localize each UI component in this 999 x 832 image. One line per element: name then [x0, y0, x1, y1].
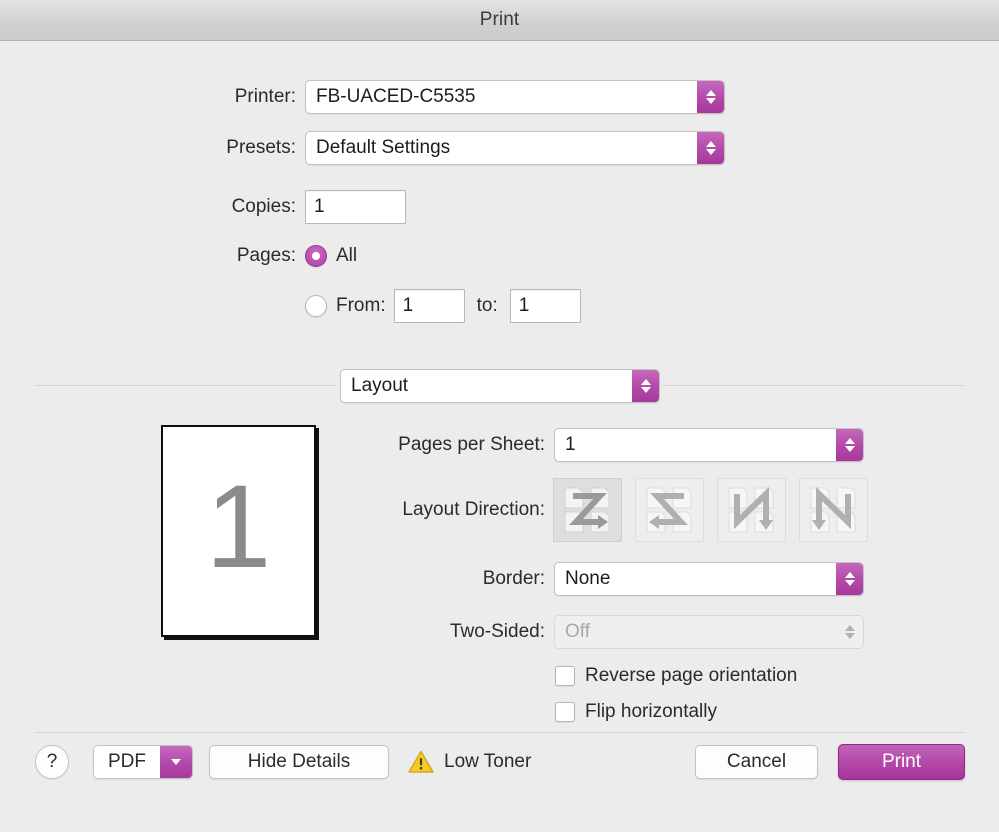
copies-row: Copies: 1 — [0, 190, 520, 224]
pane-selected-value: Layout — [351, 375, 409, 396]
pages-from-label: From: — [336, 295, 386, 316]
print-dialog: Print Printer: FB-UACED-C5535 Presets: D… — [0, 0, 999, 832]
z-reverse-across-down-icon — [646, 487, 691, 533]
help-icon: ? — [46, 751, 58, 772]
pane-select[interactable]: Layout — [340, 369, 660, 403]
layout-direction-option-down-then-across-reverse-n[interactable] — [799, 478, 868, 542]
reverse-page-orientation-label: Reverse page orientation — [585, 665, 798, 686]
print-label: Print — [881, 751, 922, 772]
printer-selected-value: FB-UACED-C5535 — [316, 86, 476, 107]
two-sided-row: Two-Sided: Off — [0, 615, 870, 649]
border-row: Border: None — [0, 562, 870, 596]
two-sided-label: Two-Sided: — [449, 621, 545, 642]
layout-direction-option-down-then-across-n[interactable] — [717, 478, 786, 542]
n-reverse-down-across-icon — [810, 486, 855, 533]
presets-stepper-icon[interactable] — [697, 132, 724, 164]
pane-separator-left — [35, 385, 335, 386]
pages-per-sheet-label: Pages per Sheet: — [398, 434, 545, 455]
border-label: Border: — [482, 568, 545, 589]
two-sided-select: Off — [554, 615, 864, 649]
cancel-button[interactable]: Cancel — [695, 745, 818, 779]
pdf-dropdown-chevron-down-icon[interactable] — [160, 746, 192, 778]
pages-from-value: 1 — [402, 295, 414, 316]
pane-stepper-icon[interactable] — [632, 370, 659, 402]
pdf-button[interactable]: PDF — [93, 745, 193, 779]
dialog-title: Print — [479, 9, 520, 30]
pages-to-value: 1 — [518, 295, 530, 316]
help-button[interactable]: ? — [35, 745, 69, 779]
copies-label: Copies: — [231, 196, 296, 217]
border-stepper-icon[interactable] — [836, 563, 863, 595]
z-across-down-icon — [564, 487, 609, 533]
pages-per-sheet-select[interactable]: 1 — [554, 428, 864, 462]
two-sided-value: Off — [565, 621, 590, 642]
cancel-label: Cancel — [726, 751, 787, 772]
pages-all-radio-group[interactable]: All — [305, 245, 357, 267]
pdf-button-label[interactable]: PDF — [94, 746, 160, 778]
printer-label: Printer: — [234, 86, 296, 107]
dialog-titlebar: Print — [0, 0, 999, 41]
pages-to-input[interactable]: 1 — [509, 289, 581, 323]
pages-to-label: to: — [476, 295, 498, 316]
presets-select[interactable]: Default Settings — [305, 131, 725, 165]
printer-stepper-icon[interactable] — [697, 81, 724, 113]
dialog-toolbar: ? PDF Hide Details Low Toner Cancel Prin… — [0, 732, 999, 832]
warning-triangle-icon — [408, 750, 434, 773]
printer-status-label: Low Toner — [444, 751, 532, 772]
printer-select[interactable]: FB-UACED-C5535 — [305, 80, 725, 114]
pages-all-row: Pages: All — [0, 245, 520, 267]
n-down-across-icon — [728, 486, 773, 533]
pages-from-input[interactable]: 1 — [393, 289, 465, 323]
print-button[interactable]: Print — [838, 744, 965, 780]
dialog-body: Printer: FB-UACED-C5535 Presets: Default… — [0, 41, 999, 832]
pages-range-radio[interactable] — [305, 295, 327, 317]
pages-all-label: All — [336, 245, 358, 266]
presets-selected-value: Default Settings — [316, 137, 451, 158]
layout-direction-option-across-then-down-reverse-z[interactable] — [635, 478, 704, 542]
copies-input[interactable]: 1 — [305, 190, 406, 224]
pages-range-row: From: 1 to: 1 — [305, 289, 581, 323]
pages-label: Pages: — [236, 245, 296, 266]
flip-horizontally-row[interactable]: Flip horizontally — [555, 701, 717, 723]
hide-details-label: Hide Details — [247, 751, 351, 772]
pages-per-sheet-stepper-icon[interactable] — [836, 429, 863, 461]
border-select[interactable]: None — [554, 562, 864, 596]
layout-direction-label: Layout Direction: — [402, 499, 545, 520]
two-sided-stepper-icon — [836, 616, 863, 648]
printer-status: Low Toner — [408, 750, 531, 774]
presets-row: Presets: Default Settings — [0, 131, 760, 165]
reverse-page-orientation-row[interactable]: Reverse page orientation — [555, 665, 797, 687]
hide-details-button[interactable]: Hide Details — [209, 745, 389, 779]
pane-separator-right — [663, 385, 964, 386]
flip-horizontally-checkbox[interactable] — [555, 702, 575, 722]
presets-label: Presets: — [226, 137, 296, 158]
printer-row: Printer: FB-UACED-C5535 — [0, 80, 760, 114]
copies-value: 1 — [314, 196, 325, 217]
border-value: None — [565, 568, 611, 589]
reverse-page-orientation-checkbox[interactable] — [555, 666, 575, 686]
layout-direction-option-across-then-down-z[interactable] — [553, 478, 622, 542]
pages-per-sheet-value: 1 — [565, 434, 576, 455]
flip-horizontally-label: Flip horizontally — [585, 701, 717, 722]
layout-direction-group — [553, 478, 868, 542]
pages-all-radio[interactable] — [305, 245, 327, 267]
pages-per-sheet-row: Pages per Sheet: 1 — [0, 428, 870, 462]
